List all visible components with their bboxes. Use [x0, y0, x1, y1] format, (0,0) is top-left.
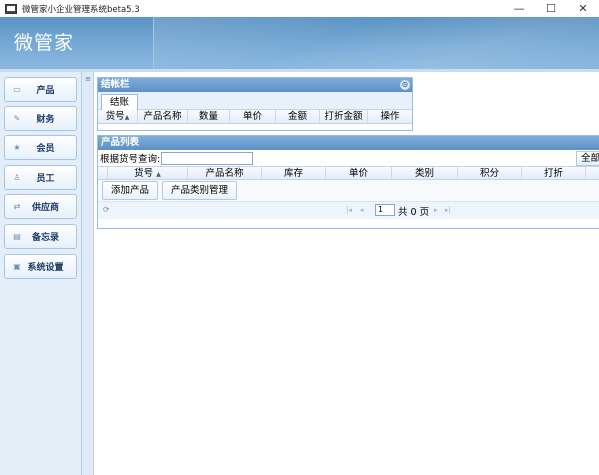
next-page-icon[interactable]: ▸ [434, 206, 438, 214]
last-page-icon[interactable]: ▸| [445, 206, 451, 214]
column-header-discount-amount[interactable]: 打折金额 [320, 110, 368, 123]
sidebar: ▭ 产品 ✎ 财务 ★ 会员 ♙ 员工 ⇄ 供应商 ▤ 备忘录 ▣ 系统设置 [0, 72, 82, 475]
app-header: 微管家 [0, 17, 599, 69]
notes-icon: ▤ [13, 232, 21, 241]
product-list-panel: 产品列表 根据货号查询: 全部 货号 ▲ 产品名称 库存 单价 类别 积分 打折… [97, 135, 599, 229]
product-panel-title: 产品列表 [101, 137, 140, 148]
sku-search-input[interactable] [161, 151, 254, 165]
product-grid-header: 货号 ▲ 产品名称 库存 单价 类别 积分 打折 [98, 166, 599, 180]
column-header-sku[interactable]: 货号▲ [98, 110, 138, 123]
column-header-category[interactable]: 类别 [392, 167, 458, 179]
add-product-button[interactable]: 添加产品 [102, 181, 159, 200]
checkout-tab-bar: 结账 [98, 92, 412, 110]
star-icon: ★ [13, 143, 21, 152]
previous-page-icon[interactable]: ◂ [360, 206, 364, 214]
sidebar-item-members[interactable]: ★ 会员 [4, 135, 77, 160]
checkout-panel-header: 结帐栏 ⊙ [98, 78, 412, 92]
search-bar: 根据货号查询: 全部 [98, 150, 599, 166]
app-logo: 微管家 [14, 32, 75, 54]
checkout-panel: 结帐栏 ⊙ 结账 货号▲ 产品名称 数量 单价 金额 打折金额 操作 [97, 77, 413, 131]
close-button[interactable]: ✕ [567, 0, 599, 17]
product-toolbar: 添加产品 产品类别管理 [98, 180, 599, 202]
sidebar-item-label: 系统设置 [27, 263, 64, 273]
sidebar-item-label: 供应商 [31, 203, 59, 213]
app-icon [5, 3, 17, 14]
sort-icon: ▲ [124, 114, 130, 121]
column-header-name[interactable]: 产品名称 [188, 167, 262, 179]
column-header-stock[interactable]: 库存 [262, 167, 326, 179]
sidebar-item-finance[interactable]: ✎ 财务 [4, 106, 77, 131]
refresh-icon[interactable]: ⟳ [103, 205, 110, 214]
collapse-icon[interactable]: ⊙ [400, 80, 410, 90]
sidebar-item-label: 会员 [36, 144, 55, 154]
sidebar-item-settings[interactable]: ▣ 系统设置 [4, 254, 77, 279]
collapse-sidebar-icon[interactable]: ≡ [85, 75, 91, 83]
column-header-sku[interactable]: 货号 ▲ [108, 167, 188, 179]
sidebar-item-label: 员工 [36, 174, 55, 184]
tab-checkout[interactable]: 结账 [101, 94, 139, 110]
window-titlebar: 微管家小企业管理系统beta5.3 — ☐ ✕ [0, 0, 599, 17]
sidebar-item-suppliers[interactable]: ⇄ 供应商 [4, 194, 77, 219]
product-panel-header: 产品列表 [98, 136, 599, 150]
checkout-panel-title: 结帐栏 [101, 79, 130, 90]
window-controls: — ☐ ✕ [503, 0, 599, 17]
category-management-button[interactable]: 产品类别管理 [162, 181, 238, 200]
sidebar-item-label: 产品 [36, 86, 55, 96]
column-header-amount[interactable]: 金额 [276, 110, 320, 123]
column-header-price[interactable]: 单价 [326, 167, 392, 179]
column-header-quantity[interactable]: 数量 [188, 110, 230, 123]
sidebar-splitter[interactable]: ≡ [82, 72, 94, 475]
user-icon: ♙ [13, 173, 21, 182]
window-title: 微管家小企业管理系统beta5.3 [22, 4, 140, 15]
pagination-bar: ⟳ |◂ ◂ 1 共 0 页 ▸ ▸| [98, 202, 599, 219]
show-all-button[interactable]: 全部 [575, 151, 599, 166]
column-header-price[interactable]: 单价 [230, 110, 276, 123]
column-header-actions[interactable]: 操作 [368, 110, 412, 123]
header-divider [153, 17, 154, 69]
column-header-name[interactable]: 产品名称 [138, 110, 188, 123]
pencil-icon: ✎ [13, 114, 21, 123]
column-header-discount[interactable]: 打折 [522, 167, 586, 179]
maximize-button[interactable]: ☐ [535, 0, 567, 17]
page-total: 共 0 页 [398, 207, 430, 218]
product-icon: ▭ [13, 85, 21, 94]
settings-icon: ▣ [13, 262, 21, 271]
first-page-icon[interactable]: |◂ [346, 206, 352, 214]
sort-icon: ▲ [156, 171, 161, 178]
search-label: 根据货号查询: [100, 154, 161, 165]
page-number-input[interactable]: 1 [375, 204, 395, 216]
sidebar-item-staff[interactable]: ♙ 员工 [4, 165, 77, 190]
minimize-button[interactable]: — [503, 0, 535, 17]
sidebar-item-label: 财务 [36, 115, 55, 125]
checkout-grid-header: 货号▲ 产品名称 数量 单价 金额 打折金额 操作 [98, 110, 412, 124]
column-header-points[interactable]: 积分 [458, 167, 522, 179]
sidebar-item-memo[interactable]: ▤ 备忘录 [4, 224, 77, 249]
sidebar-item-products[interactable]: ▭ 产品 [4, 77, 77, 102]
exchange-icon: ⇄ [13, 202, 21, 211]
sidebar-item-label: 备忘录 [31, 233, 59, 243]
row-number-column [98, 167, 108, 179]
header-decoration [154, 17, 599, 69]
